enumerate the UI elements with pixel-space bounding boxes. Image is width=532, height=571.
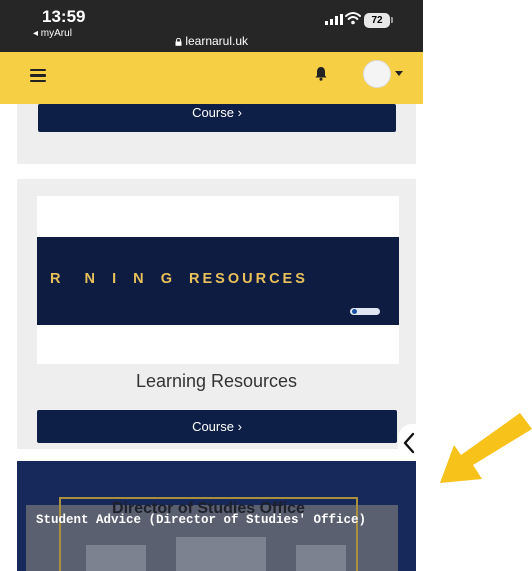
course-button-previous[interactable]: Course › <box>38 104 396 132</box>
banner-text: R N I N G RESOURCES <box>50 271 308 287</box>
lock-icon <box>175 37 182 46</box>
status-bar: 13:59 ◂ myArul 72 learnarul.uk <box>0 0 423 52</box>
caret-down-icon[interactable] <box>395 71 403 76</box>
avatar-icon[interactable] <box>363 60 391 88</box>
url-text: learnarul.uk <box>185 34 249 48</box>
student-advice-image-heading: Director of Studies Office <box>59 497 358 571</box>
course-list: Course › R N I N G RESOURCES Learning Re… <box>0 104 423 571</box>
course-caption-student-advice[interactable]: Student Advice (Director of Studies' Off… <box>36 513 366 527</box>
chevron-left-icon <box>403 432 415 454</box>
learning-resources-banner: R N I N G RESOURCES <box>37 237 399 325</box>
battery-indicator: 72 <box>364 13 390 28</box>
annotation-arrow-icon <box>440 413 532 483</box>
address-bar[interactable]: learnarul.uk <box>0 34 423 48</box>
clock: 13:59 <box>42 7 86 26</box>
hamburger-icon[interactable] <box>30 69 46 83</box>
site-navbar <box>0 52 423 104</box>
course-image-learning-resources[interactable]: R N I N G RESOURCES <box>37 196 399 364</box>
wifi-icon <box>345 12 361 25</box>
battery-tip <box>391 17 393 23</box>
course-button-learning-resources[interactable]: Course › <box>37 410 397 443</box>
course-card-learning-resources: R N I N G RESOURCES Learning Resources C… <box>17 179 416 449</box>
signal-icon <box>325 14 343 25</box>
phone-screen: 13:59 ◂ myArul 72 learnarul.uk Course › … <box>0 0 423 571</box>
drawer-toggle-button[interactable] <box>398 424 423 462</box>
bell-icon[interactable] <box>314 66 328 81</box>
institution-logo-icon <box>350 308 380 315</box>
course-card-previous: Course › <box>17 104 416 164</box>
course-title-learning-resources[interactable]: Learning Resources <box>17 371 416 392</box>
course-card-student-advice: Director of Studies Office Student Advic… <box>17 461 416 571</box>
